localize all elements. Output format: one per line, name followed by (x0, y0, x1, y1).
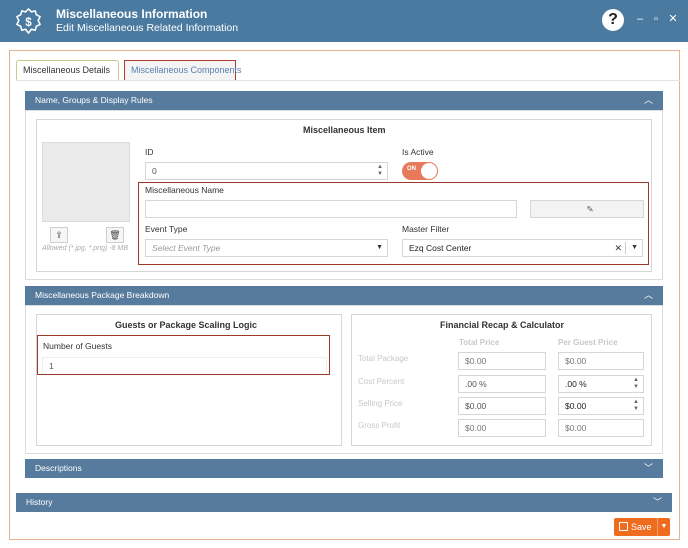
total-price-header: Total Price (459, 338, 500, 347)
panel-header-history[interactable]: History ﹀ (16, 493, 672, 512)
dollar-gear-logo-icon: $ (16, 8, 41, 34)
image-preview (42, 142, 130, 222)
maximize-button[interactable]: ▫ (649, 12, 663, 26)
save-button[interactable]: Save ▼ (614, 518, 670, 536)
close-button[interactable]: ✕ (666, 12, 680, 26)
per-guest-price-header: Per Guest Price (558, 338, 618, 347)
trash-icon[interactable]: 🗑 (106, 227, 124, 243)
panel-title: Name, Groups & Display Rules (35, 95, 153, 105)
title-bar: $ Miscellaneous Information Edit Miscell… (0, 0, 688, 42)
save-dropdown-caret-icon[interactable]: ▼ (657, 518, 670, 536)
panel-header-descriptions[interactable]: Descriptions ﹀ (25, 459, 663, 478)
chevron-up-icon[interactable]: ︿ (644, 91, 653, 110)
selling-price-per-guest[interactable]: $0.00 ▲ ▼ (558, 397, 644, 415)
tab-miscellaneous-details[interactable]: Miscellaneous Details (16, 60, 119, 81)
panel-title: History (26, 497, 53, 507)
upload-icon[interactable]: ⇪ (50, 227, 68, 243)
total-package-total: $0.00 (458, 352, 546, 370)
id-input[interactable]: 0 ▲ ▼ (145, 162, 388, 180)
app-title: Miscellaneous Information (56, 7, 208, 21)
toggle-knob (421, 163, 437, 179)
panel-title: Descriptions (35, 463, 82, 473)
gross-profit-total: $0.00 (458, 419, 546, 437)
cost-percent-value: .00 % (565, 379, 587, 389)
is-active-label: Is Active (402, 147, 434, 157)
cost-percent-per-guest[interactable]: .00 % ▲ ▼ (558, 375, 644, 393)
floppy-disk-icon (619, 522, 628, 531)
tab-miscellaneous-components[interactable]: Miscellaneous Components (124, 60, 242, 81)
chevron-up-icon[interactable]: ︿ (644, 286, 653, 305)
chevron-down-icon[interactable]: ﹀ (653, 493, 662, 512)
guests-title: Guests or Package Scaling Logic (115, 320, 258, 330)
panel-header-package[interactable]: Miscellaneous Package Breakdown ︿ (25, 286, 663, 305)
total-package-per-guest: $0.00 (558, 352, 644, 370)
panel-title: Miscellaneous Package Breakdown (35, 290, 170, 300)
cost-percent-total[interactable]: .00 % (458, 375, 546, 393)
save-label: Save (631, 522, 652, 532)
selling-price-value: $0.00 (565, 401, 587, 411)
selling-price-total[interactable]: $0.00 (458, 397, 546, 415)
spinner-icon[interactable]: ▲ ▼ (631, 399, 641, 413)
fin-row-label: Total Package (358, 354, 409, 363)
panel-header-name-groups[interactable]: Name, Groups & Display Rules ︿ (25, 91, 663, 110)
image-hint: Allowed (*.jpg, *.png) -8 MB (42, 245, 128, 252)
fin-row-label: Cost Percent (358, 377, 405, 386)
app-subtitle: Edit Miscellaneous Related Information (56, 22, 239, 34)
spinner-icon[interactable]: ▲ ▼ (631, 377, 641, 391)
highlight-box (37, 335, 330, 375)
minimize-button[interactable]: ‒ (633, 12, 647, 26)
misc-item-title: Miscellaneous Item (303, 125, 386, 135)
fin-row-label: Gross Profit (358, 421, 401, 430)
guests-box (36, 314, 342, 446)
id-label: ID (145, 147, 154, 157)
tab-divider (16, 80, 680, 81)
spinner-icon[interactable]: ▲ ▼ (375, 164, 385, 178)
help-button[interactable]: ? (602, 9, 624, 31)
id-value: 0 (152, 166, 157, 176)
gross-profit-per-guest: $0.00 (558, 419, 644, 437)
is-active-toggle[interactable]: ON (402, 162, 438, 180)
chevron-down-icon[interactable]: ﹀ (644, 459, 653, 478)
fin-row-label: Selling Price (358, 399, 403, 408)
toggle-text: ON (407, 166, 416, 172)
financial-title: Financial Recap & Calculator (440, 320, 565, 330)
highlight-box (138, 182, 649, 265)
svg-text:$: $ (25, 16, 32, 29)
